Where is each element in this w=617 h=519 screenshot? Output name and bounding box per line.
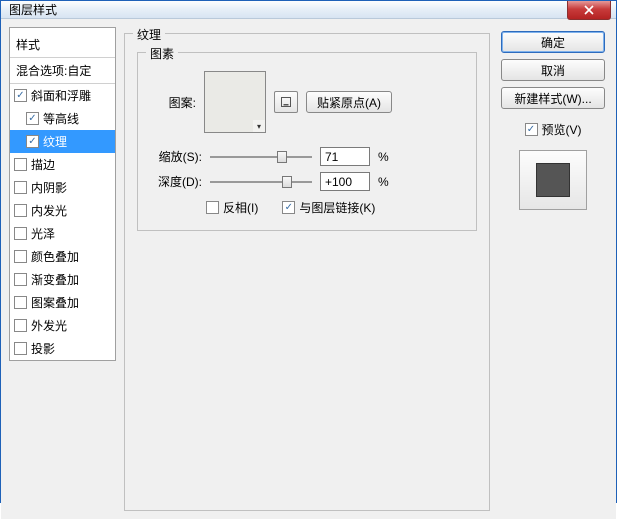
invert-label: 反相(I) [223, 199, 258, 216]
cancel-button[interactable]: 取消 [501, 59, 605, 81]
dialog-body: 样式 混合选项:自定 斜面和浮雕等高线纹理描边内阴影内发光光泽颜色叠加渐变叠加图… [1, 19, 616, 519]
style-item-label: 内阴影 [31, 179, 67, 196]
depth-unit: % [378, 175, 394, 189]
new-preset-icon [280, 96, 292, 108]
window-title: 图层样式 [9, 1, 57, 18]
pattern-row: 图案: ▾ 贴紧原点(A) [150, 71, 464, 133]
snap-origin-button[interactable]: 贴紧原点(A) [306, 91, 392, 113]
style-item-label: 图案叠加 [31, 294, 79, 311]
style-item[interactable]: 内发光 [10, 199, 115, 222]
titlebar[interactable]: 图层样式 [1, 1, 616, 19]
settings-panel: 纹理 图素 图案: ▾ 贴紧原点(A) 缩放(S): [124, 27, 490, 511]
texture-fieldset: 纹理 图素 图案: ▾ 贴紧原点(A) 缩放(S): [124, 33, 490, 511]
depth-input[interactable]: +100 [320, 172, 370, 191]
checkbox-icon [14, 227, 27, 240]
checkbox-icon [525, 123, 538, 136]
style-item[interactable]: 内阴影 [10, 176, 115, 199]
checkbox-icon [14, 204, 27, 217]
style-item-label: 等高线 [43, 110, 79, 127]
depth-row: 深度(D): +100 % [150, 172, 464, 191]
preview-swatch [536, 163, 570, 197]
new-preset-button[interactable] [274, 91, 298, 113]
style-item[interactable]: 投影 [10, 337, 115, 360]
style-item[interactable]: 斜面和浮雕 [10, 84, 115, 107]
scale-label: 缩放(S): [150, 148, 202, 165]
checkbox-icon [14, 342, 27, 355]
style-item-label: 渐变叠加 [31, 271, 79, 288]
checkbox-icon [14, 296, 27, 309]
scale-unit: % [378, 150, 394, 164]
checkbox-icon [14, 250, 27, 263]
action-panel: 确定 取消 新建样式(W)... 预览(V) [498, 27, 608, 210]
style-item[interactable]: 纹理 [10, 130, 115, 153]
checkbox-icon [26, 135, 39, 148]
style-item[interactable]: 描边 [10, 153, 115, 176]
scale-input[interactable]: 71 [320, 147, 370, 166]
styles-header: 样式 [10, 32, 115, 58]
close-button[interactable] [567, 1, 611, 20]
depth-label: 深度(D): [150, 173, 202, 190]
style-item[interactable]: 外发光 [10, 314, 115, 337]
ok-button[interactable]: 确定 [501, 31, 605, 53]
style-item[interactable]: 等高线 [10, 107, 115, 130]
style-item[interactable]: 图案叠加 [10, 291, 115, 314]
checkbox-icon [14, 273, 27, 286]
style-item-label: 颜色叠加 [31, 248, 79, 265]
invert-checkbox[interactable]: 反相(I) [206, 199, 258, 216]
preview-checkbox[interactable]: 预览(V) [525, 121, 582, 138]
pattern-swatch[interactable]: ▾ [204, 71, 266, 133]
style-item-label: 内发光 [31, 202, 67, 219]
new-style-button[interactable]: 新建样式(W)... [501, 87, 605, 109]
checkbox-icon [26, 112, 39, 125]
preview-label: 预览(V) [542, 121, 582, 138]
style-item[interactable]: 渐变叠加 [10, 268, 115, 291]
checkbox-icon [14, 158, 27, 171]
scale-row: 缩放(S): 71 % [150, 147, 464, 166]
pattern-label: 图案: [150, 94, 196, 111]
style-item-label: 光泽 [31, 225, 55, 242]
scale-slider[interactable] [210, 148, 312, 166]
checkbox-row: 反相(I) 与图层链接(K) [150, 199, 464, 216]
style-item[interactable]: 颜色叠加 [10, 245, 115, 268]
texture-legend: 纹理 [133, 26, 165, 43]
close-icon [584, 5, 594, 15]
checkbox-icon [14, 89, 27, 102]
styles-list: 样式 混合选项:自定 斜面和浮雕等高线纹理描边内阴影内发光光泽颜色叠加渐变叠加图… [9, 27, 116, 361]
elements-legend: 图素 [146, 45, 178, 62]
link-layer-checkbox[interactable]: 与图层链接(K) [282, 199, 375, 216]
style-item-label: 外发光 [31, 317, 67, 334]
chevron-down-icon: ▾ [253, 120, 265, 132]
style-item[interactable]: 光泽 [10, 222, 115, 245]
depth-slider[interactable] [210, 173, 312, 191]
style-item-label: 描边 [31, 156, 55, 173]
checkbox-icon [14, 319, 27, 332]
style-item-label: 纹理 [43, 133, 67, 150]
preview-thumbnail [519, 150, 587, 210]
style-item-label: 斜面和浮雕 [31, 87, 91, 104]
checkbox-icon [206, 201, 219, 214]
checkbox-icon [282, 201, 295, 214]
checkbox-icon [14, 181, 27, 194]
link-layer-label: 与图层链接(K) [299, 199, 375, 216]
style-item-label: 投影 [31, 340, 55, 357]
layer-style-dialog: 图层样式 样式 混合选项:自定 斜面和浮雕等高线纹理描边内阴影内发光光泽颜色叠加… [0, 0, 617, 503]
elements-fieldset: 图素 图案: ▾ 贴紧原点(A) 缩放(S): [137, 52, 477, 231]
blend-options-row[interactable]: 混合选项:自定 [10, 58, 115, 84]
